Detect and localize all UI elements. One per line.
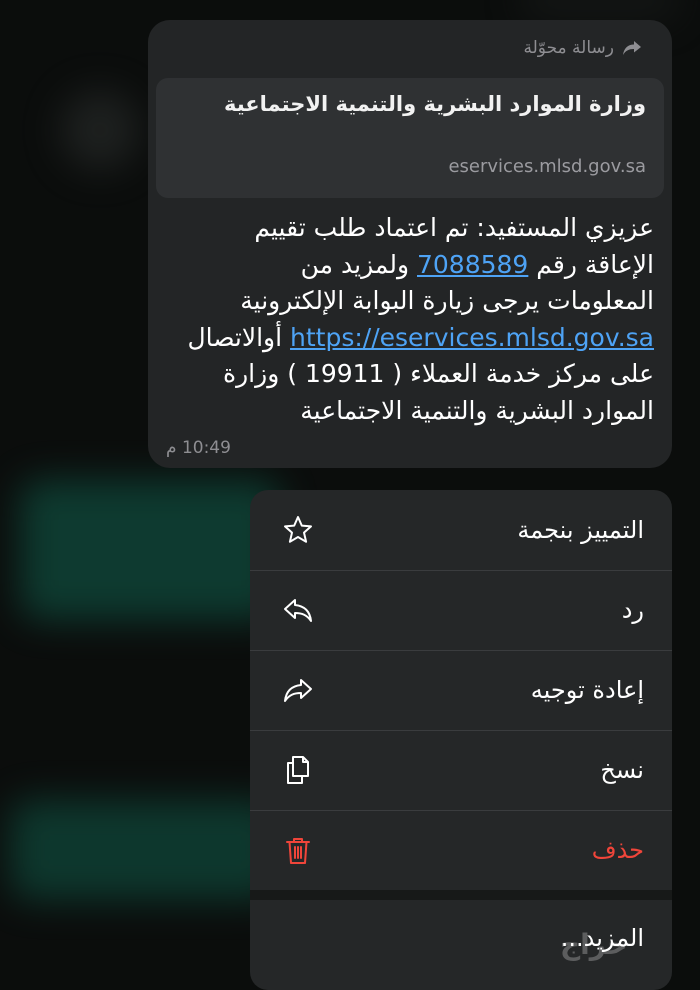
- copy-icon: [287, 756, 309, 784]
- blurred-chat-bubble: [10, 800, 280, 900]
- forward-icon: [284, 679, 312, 702]
- menu-item-reply[interactable]: رد: [250, 570, 672, 651]
- message-body: عزيزي المستفيد: تم اعتماد طلب تقييم الإع…: [162, 210, 654, 429]
- message-fragment: ولمزيد من: [300, 249, 417, 279]
- menu-item-delete[interactable]: حذف: [250, 810, 672, 891]
- message-line: المعلومات يرجى زيارة البوابة الإلكترونية: [240, 286, 654, 315]
- message-bubble[interactable]: رسالة محوّلة وزارة الموارد البشرية والتن…: [148, 20, 672, 468]
- menu-label: التمييز بنجمة: [517, 516, 644, 544]
- menu-label: حذف: [591, 836, 644, 864]
- blurred-header: [520, 0, 680, 20]
- menu-label: إعادة توجيه: [530, 676, 644, 704]
- star-icon: [284, 516, 312, 543]
- forwarded-label: رسالة محوّلة: [523, 38, 615, 58]
- menu-item-forward[interactable]: إعادة توجيه: [250, 650, 672, 731]
- menu-divider: [250, 890, 672, 900]
- menu-label: رد: [621, 596, 644, 624]
- trash-icon: [286, 838, 310, 864]
- forwarded-indicator: رسالة محوّلة: [524, 38, 643, 58]
- message-fragment: الإعاقة رقم: [528, 249, 654, 279]
- message-timestamp: 10:49 م: [166, 438, 231, 458]
- preview-title: وزارة الموارد البشرية والتنمية الاجتماعي…: [224, 92, 646, 116]
- reply-icon: [284, 599, 312, 622]
- forwarded-arrow-icon: [623, 41, 641, 55]
- message-fragment: أوالاتصال: [187, 322, 291, 352]
- portal-link[interactable]: https://eservices.mlsd.gov.sa: [290, 323, 654, 352]
- link-preview[interactable]: وزارة الموارد البشرية والتنمية الاجتماعي…: [156, 78, 664, 198]
- blurred-avatar: [60, 90, 140, 170]
- message-line: على مركز خدمة العملاء ( 19911 ) وزارة: [223, 359, 654, 388]
- menu-label: نسخ: [600, 756, 644, 784]
- blurred-chat-bubble: [20, 480, 280, 620]
- context-menu: التمييز بنجمة رد إعادة توجيه نسخ حذف الم…: [250, 490, 672, 990]
- request-number-link[interactable]: 7088589: [417, 250, 528, 279]
- message-line: الموارد البشرية والتنمية الاجتماعية: [300, 395, 654, 425]
- message-line: https://eservices.mlsd.gov.sa أوالاتصال: [162, 320, 654, 357]
- watermark-logo: حراج: [560, 928, 628, 961]
- preview-domain: eservices.mlsd.gov.sa: [448, 156, 646, 177]
- message-line: الإعاقة رقم 7088589 ولمزيد من: [162, 247, 654, 284]
- message-line: عزيزي المستفيد: تم اعتماد طلب تقييم: [254, 213, 654, 242]
- menu-item-copy[interactable]: نسخ: [250, 730, 672, 811]
- menu-item-star[interactable]: التمييز بنجمة: [250, 490, 672, 571]
